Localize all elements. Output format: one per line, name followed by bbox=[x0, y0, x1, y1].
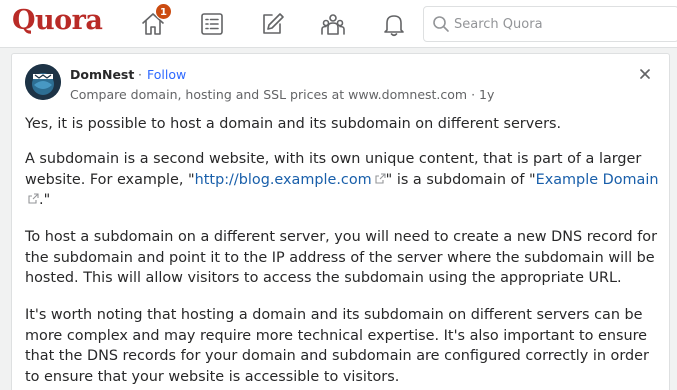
blog-example-link[interactable]: http://blog.example.com bbox=[195, 172, 372, 188]
paragraph-4: It's worth noting that hosting a domain … bbox=[25, 307, 649, 385]
search-input[interactable] bbox=[454, 7, 674, 41]
external-link-icon bbox=[28, 190, 39, 204]
quora-logo[interactable]: Quora bbox=[12, 5, 103, 36]
separator-dot: · bbox=[138, 67, 142, 82]
spaces-icon[interactable] bbox=[319, 10, 347, 38]
example-domain-link[interactable]: Example Domain bbox=[536, 172, 659, 188]
edit-icon[interactable] bbox=[258, 10, 286, 38]
follow-button[interactable]: Follow bbox=[147, 67, 186, 82]
top-bar: Quora 1 bbox=[0, 0, 677, 48]
notification-badge: 1 bbox=[155, 3, 172, 20]
paragraph-2: A subdomain is a second website, with it… bbox=[25, 149, 661, 211]
external-link-icon bbox=[375, 170, 386, 184]
paragraph-3: To host a subdomain on a different serve… bbox=[25, 229, 658, 286]
list-icon[interactable] bbox=[198, 10, 226, 38]
author-name[interactable]: DomNest bbox=[70, 67, 134, 82]
close-icon[interactable] bbox=[637, 66, 653, 82]
search-box[interactable] bbox=[423, 6, 677, 42]
author-credential: Compare domain, hosting and SSL prices a… bbox=[70, 87, 495, 102]
search-icon bbox=[432, 15, 450, 33]
paragraph-1: Yes, it is possible to host a domain and… bbox=[25, 116, 562, 132]
answer-card: DomNest · Follow Compare domain, hosting… bbox=[11, 53, 670, 390]
bell-icon[interactable] bbox=[380, 10, 408, 38]
paragraph-2-text-b: " is a subdomain of " bbox=[385, 171, 536, 188]
paragraph-2-text-c: ." bbox=[39, 192, 51, 208]
avatar[interactable] bbox=[25, 64, 61, 100]
